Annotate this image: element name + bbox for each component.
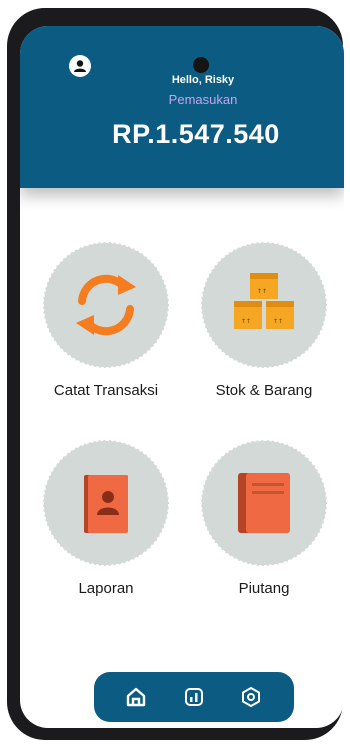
home-icon [126,687,146,707]
menu-label-laporan[interactable]: Laporan [31,580,181,597]
chart-icon [185,688,203,706]
header: Hello, Risky Pemasukan RP.1.547.540 [20,26,344,188]
svg-text:↑↑: ↑↑ [241,318,251,325]
income-label: Pemasukan [168,92,238,107]
phone-frame: Hello, Risky Pemasukan RP.1.547.540 Cata… [7,8,344,740]
menu-label-piutang[interactable]: Piutang [189,580,339,597]
menu-item-catat-transaksi[interactable] [43,242,169,368]
bottom-nav [94,672,294,722]
user-icon [74,60,86,72]
camera-notch [193,57,209,73]
greeting: Hello, Risky [171,74,235,86]
income-amount: RP.1.547.540 [112,119,280,149]
nav-home[interactable] [125,686,147,708]
refresh-icon [76,274,136,336]
nav-chart[interactable] [183,686,205,708]
nav-settings[interactable] [240,686,262,708]
contact-book-icon [84,475,128,533]
menu-item-laporan[interactable] [43,440,169,566]
menu-label-catat-transaksi[interactable]: Catat Transaksi [31,382,181,399]
avatar[interactable] [69,55,91,77]
svg-text:↑↑: ↑↑ [273,318,283,325]
menu-item-stok-barang[interactable]: ↑↑ ↑↑ ↑↑ [201,242,327,368]
svg-text:↑↑: ↑↑ [257,288,267,295]
settings-icon [242,687,260,707]
book-icon [238,473,290,533]
menu-item-piutang[interactable] [201,440,327,566]
app-screen: Hello, Risky Pemasukan RP.1.547.540 Cata… [20,26,344,728]
boxes-icon: ↑↑ ↑↑ ↑↑ [234,273,294,329]
menu-label-stok-barang[interactable]: Stok & Barang [189,382,339,399]
